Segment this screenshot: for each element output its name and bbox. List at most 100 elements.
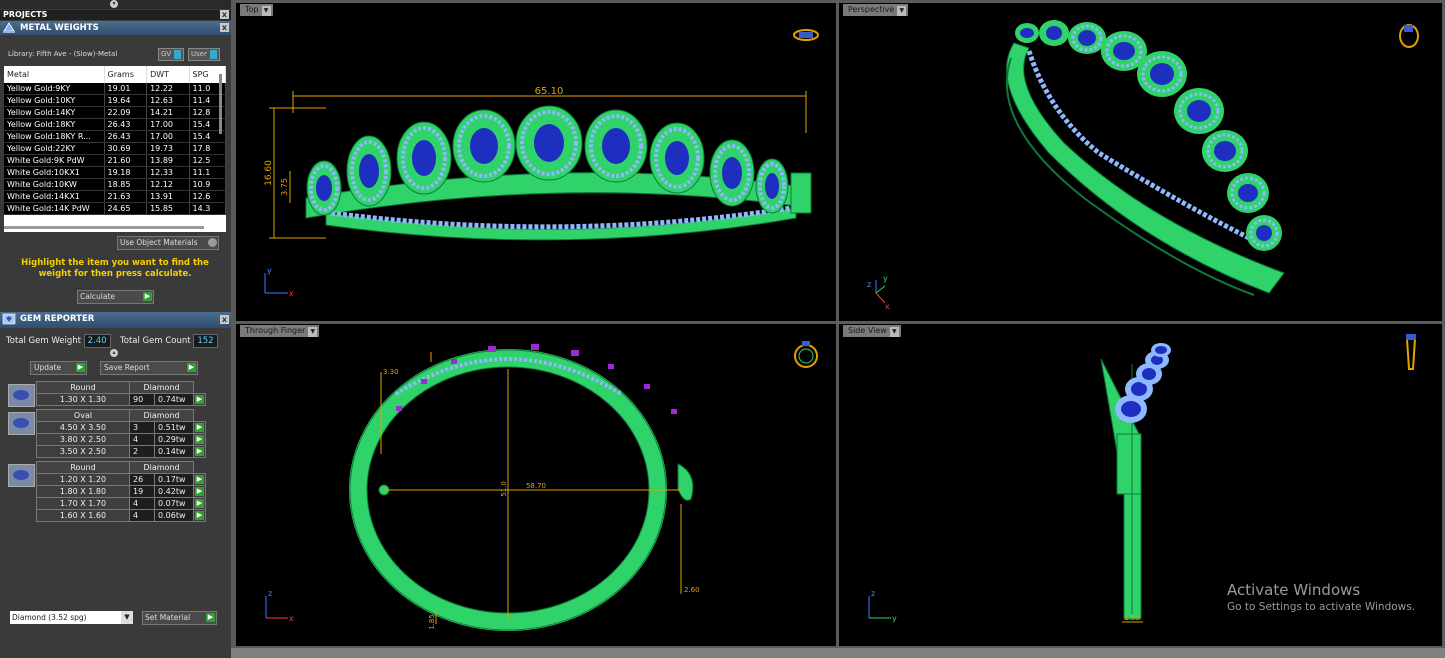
gem-row[interactable]: 1.80 X 1.80 19 0.42tw ▶ <box>36 485 206 498</box>
gem-group-table: Round Diamond 1.30 X 1.30 90 0.74tw ▶ <box>36 381 206 406</box>
gem-row[interactable]: 1.60 X 1.60 4 0.06tw ▶ <box>36 509 206 522</box>
metal-weights-close-icon[interactable]: x <box>220 23 229 32</box>
gem-count: 4 <box>129 433 155 446</box>
viewport-through-finger[interactable]: 58.70 51.0 3.30 2.60 1.85 zx Through Fin… <box>236 324 836 646</box>
metal-table-hscrollbar[interactable] <box>4 226 204 229</box>
viewport-top[interactable]: 65.10 16.60 3.75 yx Top ▼ <box>236 3 836 321</box>
gem-select-play-icon[interactable]: ▶ <box>195 435 204 444</box>
gem-select-cell[interactable]: ▶ <box>193 445 206 458</box>
table-row[interactable]: Yellow Gold:14KY 22.09 14.21 12.8 <box>4 106 226 119</box>
material-select[interactable]: Diamond (3.52 spg) ▼ <box>10 611 133 624</box>
metal-table-header[interactable]: DWT <box>146 66 190 83</box>
table-cell: 13.91 <box>146 190 190 203</box>
collapse-grip-icon[interactable]: ▾ <box>110 0 118 8</box>
gem-select-cell[interactable]: ▶ <box>193 393 206 406</box>
metal-table-header[interactable]: Metal <box>4 66 105 83</box>
gem-row[interactable]: 1.70 X 1.70 4 0.07tw ▶ <box>36 497 206 510</box>
chevron-down-icon[interactable]: ▼ <box>121 611 133 624</box>
gem-size: 1.80 X 1.80 <box>36 485 130 498</box>
gem-select-cell[interactable]: ▶ <box>193 473 206 486</box>
gem-select-cell[interactable]: ▶ <box>193 433 206 446</box>
viewport-perspective[interactable]: z y x Perspective ▼ <box>839 3 1442 321</box>
viewport-top-tab[interactable]: Top ▼ <box>240 4 273 16</box>
table-cell: 19.64 <box>104 94 148 107</box>
viewport-side[interactable]: 1.55 zy Side View ▼ Activate Windows Go t… <box>839 324 1442 646</box>
svg-text:y: y <box>267 266 272 275</box>
gem-row[interactable]: 4.50 X 3.50 3 0.51tw ▶ <box>36 421 206 434</box>
gem-count: 26 <box>129 473 155 486</box>
gem-size: 1.20 X 1.20 <box>36 473 130 486</box>
calculate-button[interactable]: Calculate ▶ <box>77 290 154 304</box>
chevron-down-icon[interactable]: ▼ <box>261 6 271 16</box>
gem-select-play-icon[interactable]: ▶ <box>195 475 204 484</box>
metal-table-header[interactable]: Grams <box>104 66 148 83</box>
gem-reporter-close-icon[interactable]: x <box>220 315 229 324</box>
gem-material: Diamond <box>129 409 194 422</box>
gem-select-cell[interactable]: ▶ <box>193 497 206 510</box>
gem-select-play-icon[interactable]: ▶ <box>195 447 204 456</box>
update-play-icon: ▶ <box>76 363 85 372</box>
table-row[interactable]: White Gold:10KW 18.85 12.12 10.9 <box>4 178 226 191</box>
viewport-side-tab[interactable]: Side View ▼ <box>843 325 901 337</box>
update-button[interactable]: Update ▶ <box>30 361 87 375</box>
set-material-button[interactable]: Set Material ▶ <box>142 611 217 625</box>
projects-header[interactable]: PROJECTS x <box>0 10 231 20</box>
chevron-down-icon[interactable]: ▼ <box>889 327 899 337</box>
gem-weight: 0.17tw <box>154 473 194 486</box>
gem-row[interactable]: 1.30 X 1.30 90 0.74tw ▶ <box>36 393 206 406</box>
oval-gem-icon <box>8 412 35 435</box>
viewport-perspective-tab[interactable]: Perspective ▼ <box>843 4 909 16</box>
gem-select-play-icon[interactable]: ▶ <box>195 395 204 404</box>
gem-select-play-icon[interactable]: ▶ <box>195 423 204 432</box>
table-row[interactable]: White Gold:9K PdW 21.60 13.89 12.5 <box>4 154 226 167</box>
table-row[interactable]: White Gold:10KX1 19.18 12.33 11.1 <box>4 166 226 179</box>
side-view-cube-icon[interactable] <box>1405 334 1417 370</box>
metal-table[interactable]: Metal Grams DWT SPG Yellow Gold:9KY 19.01 12.… <box>4 66 226 232</box>
gem-reporter-icon <box>2 313 16 325</box>
table-row[interactable]: Yellow Gold:18KY 26.43 17.00 15.4 <box>4 118 226 131</box>
total-gem-weight-label: Total Gem Weight <box>6 336 81 346</box>
gem-collapse-icon[interactable]: ▴ <box>110 349 118 357</box>
calculate-hint: Highlight the item you want to find the … <box>21 258 209 279</box>
gv-toggle[interactable]: GV <box>158 48 185 61</box>
chevron-down-icon[interactable]: ▼ <box>897 6 907 16</box>
table-row[interactable]: Yellow Gold:10KY 19.64 12.63 11.4 <box>4 94 226 107</box>
gem-group-header: Round Diamond <box>36 381 206 394</box>
table-row[interactable]: White Gold:14K PdW 24.65 15.85 14.3 <box>4 202 226 215</box>
top-view-cube-icon[interactable] <box>793 29 819 41</box>
gem-row[interactable]: 3.80 X 2.50 4 0.29tw ▶ <box>36 433 206 446</box>
update-label: Update <box>34 363 62 372</box>
table-row[interactable]: Yellow Gold:22KY 30.69 19.73 17.8 <box>4 142 226 155</box>
viewport-perspective-label: Perspective <box>848 5 895 14</box>
viewport-through-finger-tab[interactable]: Through Finger ▼ <box>240 325 320 337</box>
gem-weight: 0.42tw <box>154 485 194 498</box>
material-select-value: Diamond (3.52 spg) <box>12 613 87 622</box>
table-cell: Yellow Gold:14KY <box>4 106 105 119</box>
projects-close-icon[interactable]: x <box>220 10 229 19</box>
metal-table-scrollbar[interactable] <box>219 74 222 134</box>
gem-count: 90 <box>129 393 155 406</box>
gem-select-cell[interactable]: ▶ <box>193 485 206 498</box>
perspective-view-cube-icon[interactable] <box>1399 24 1419 48</box>
finger-view-cube-icon[interactable] <box>794 341 818 368</box>
gem-select-cell[interactable]: ▶ <box>193 421 206 434</box>
gem-row[interactable]: 3.50 X 2.50 2 0.14tw ▶ <box>36 445 206 458</box>
table-cell: 15.85 <box>146 202 190 215</box>
table-row[interactable]: Yellow Gold:18KY R... 26.43 17.00 15.4 <box>4 130 226 143</box>
table-cell: 21.63 <box>104 190 148 203</box>
table-cell: Yellow Gold:18KY R... <box>4 130 105 143</box>
gem-select-cell[interactable]: ▶ <box>193 509 206 522</box>
save-report-button[interactable]: Save Report ▶ <box>100 361 198 375</box>
side-dim-bottom: 1.55 <box>1124 614 1140 622</box>
save-report-play-icon: ▶ <box>187 363 196 372</box>
table-row[interactable]: Yellow Gold:9KY 19.01 12.22 11.0 <box>4 83 226 95</box>
gem-select-play-icon[interactable]: ▶ <box>195 487 204 496</box>
gem-select-play-icon[interactable]: ▶ <box>195 499 204 508</box>
chevron-down-icon[interactable]: ▼ <box>308 327 318 337</box>
user-toggle[interactable]: User <box>188 48 220 61</box>
gem-select-play-icon[interactable]: ▶ <box>195 511 204 520</box>
user-toggle-label: User <box>191 50 207 58</box>
gem-row[interactable]: 1.20 X 1.20 26 0.17tw ▶ <box>36 473 206 486</box>
table-row[interactable]: White Gold:14KX1 21.63 13.91 12.6 <box>4 190 226 203</box>
use-object-materials-toggle[interactable]: Use Object Materials <box>117 236 219 250</box>
